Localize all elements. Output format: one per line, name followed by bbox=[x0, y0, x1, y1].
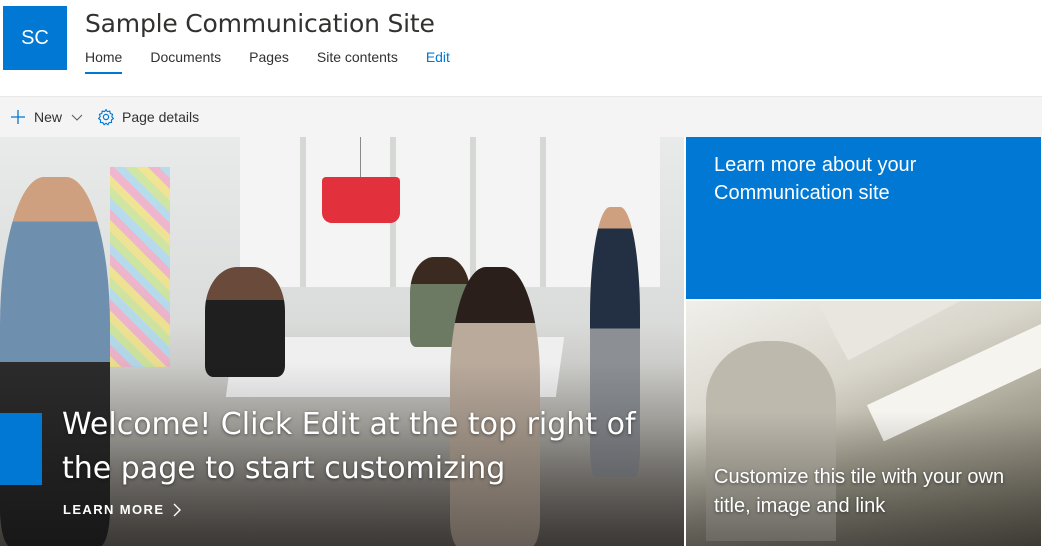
site-logo[interactable]: SC bbox=[3, 6, 67, 70]
hero-accent-bar bbox=[0, 413, 42, 485]
site-logo-initials: SC bbox=[21, 26, 49, 49]
chevron-down-icon[interactable] bbox=[71, 111, 83, 123]
page-details-button[interactable]: Page details bbox=[97, 108, 199, 126]
edit-link[interactable]: Edit bbox=[426, 48, 450, 74]
gear-icon bbox=[97, 108, 115, 126]
nav-item-documents[interactable]: Documents bbox=[150, 48, 221, 74]
tile-title: Customize this tile with your own title,… bbox=[714, 466, 1005, 517]
learn-more-link[interactable]: LEARN MORE bbox=[63, 502, 182, 517]
command-bar: New Page details bbox=[0, 96, 1042, 137]
new-button[interactable]: New bbox=[10, 109, 83, 125]
hero-tile-customize[interactable]: Customize this tile with your own title,… bbox=[686, 301, 1041, 546]
hero-tile-learn-more[interactable]: Learn more about your Communication site bbox=[686, 137, 1041, 299]
hero-title[interactable]: Welcome! Click Edit at the top right of … bbox=[62, 403, 662, 491]
plus-icon bbox=[11, 110, 25, 124]
nav-item-home[interactable]: Home bbox=[85, 48, 123, 74]
hero-main-tile[interactable]: Welcome! Click Edit at the top right of … bbox=[0, 137, 684, 546]
learn-more-label: LEARN MORE bbox=[63, 502, 165, 517]
site-title[interactable]: Sample Communication Site bbox=[85, 9, 435, 38]
chevron-right-icon bbox=[173, 503, 182, 516]
nav-item-pages[interactable]: Pages bbox=[249, 48, 289, 74]
nav-item-site-contents[interactable]: Site contents bbox=[317, 48, 398, 74]
site-navigation: Home Documents Pages Site contents Edit bbox=[85, 48, 478, 74]
new-button-label: New bbox=[34, 109, 63, 125]
site-header: SC Sample Communication Site Home Docume… bbox=[0, 0, 1042, 96]
page-details-label: Page details bbox=[122, 109, 200, 125]
tile-title: Learn more about your Communication site bbox=[714, 154, 917, 204]
